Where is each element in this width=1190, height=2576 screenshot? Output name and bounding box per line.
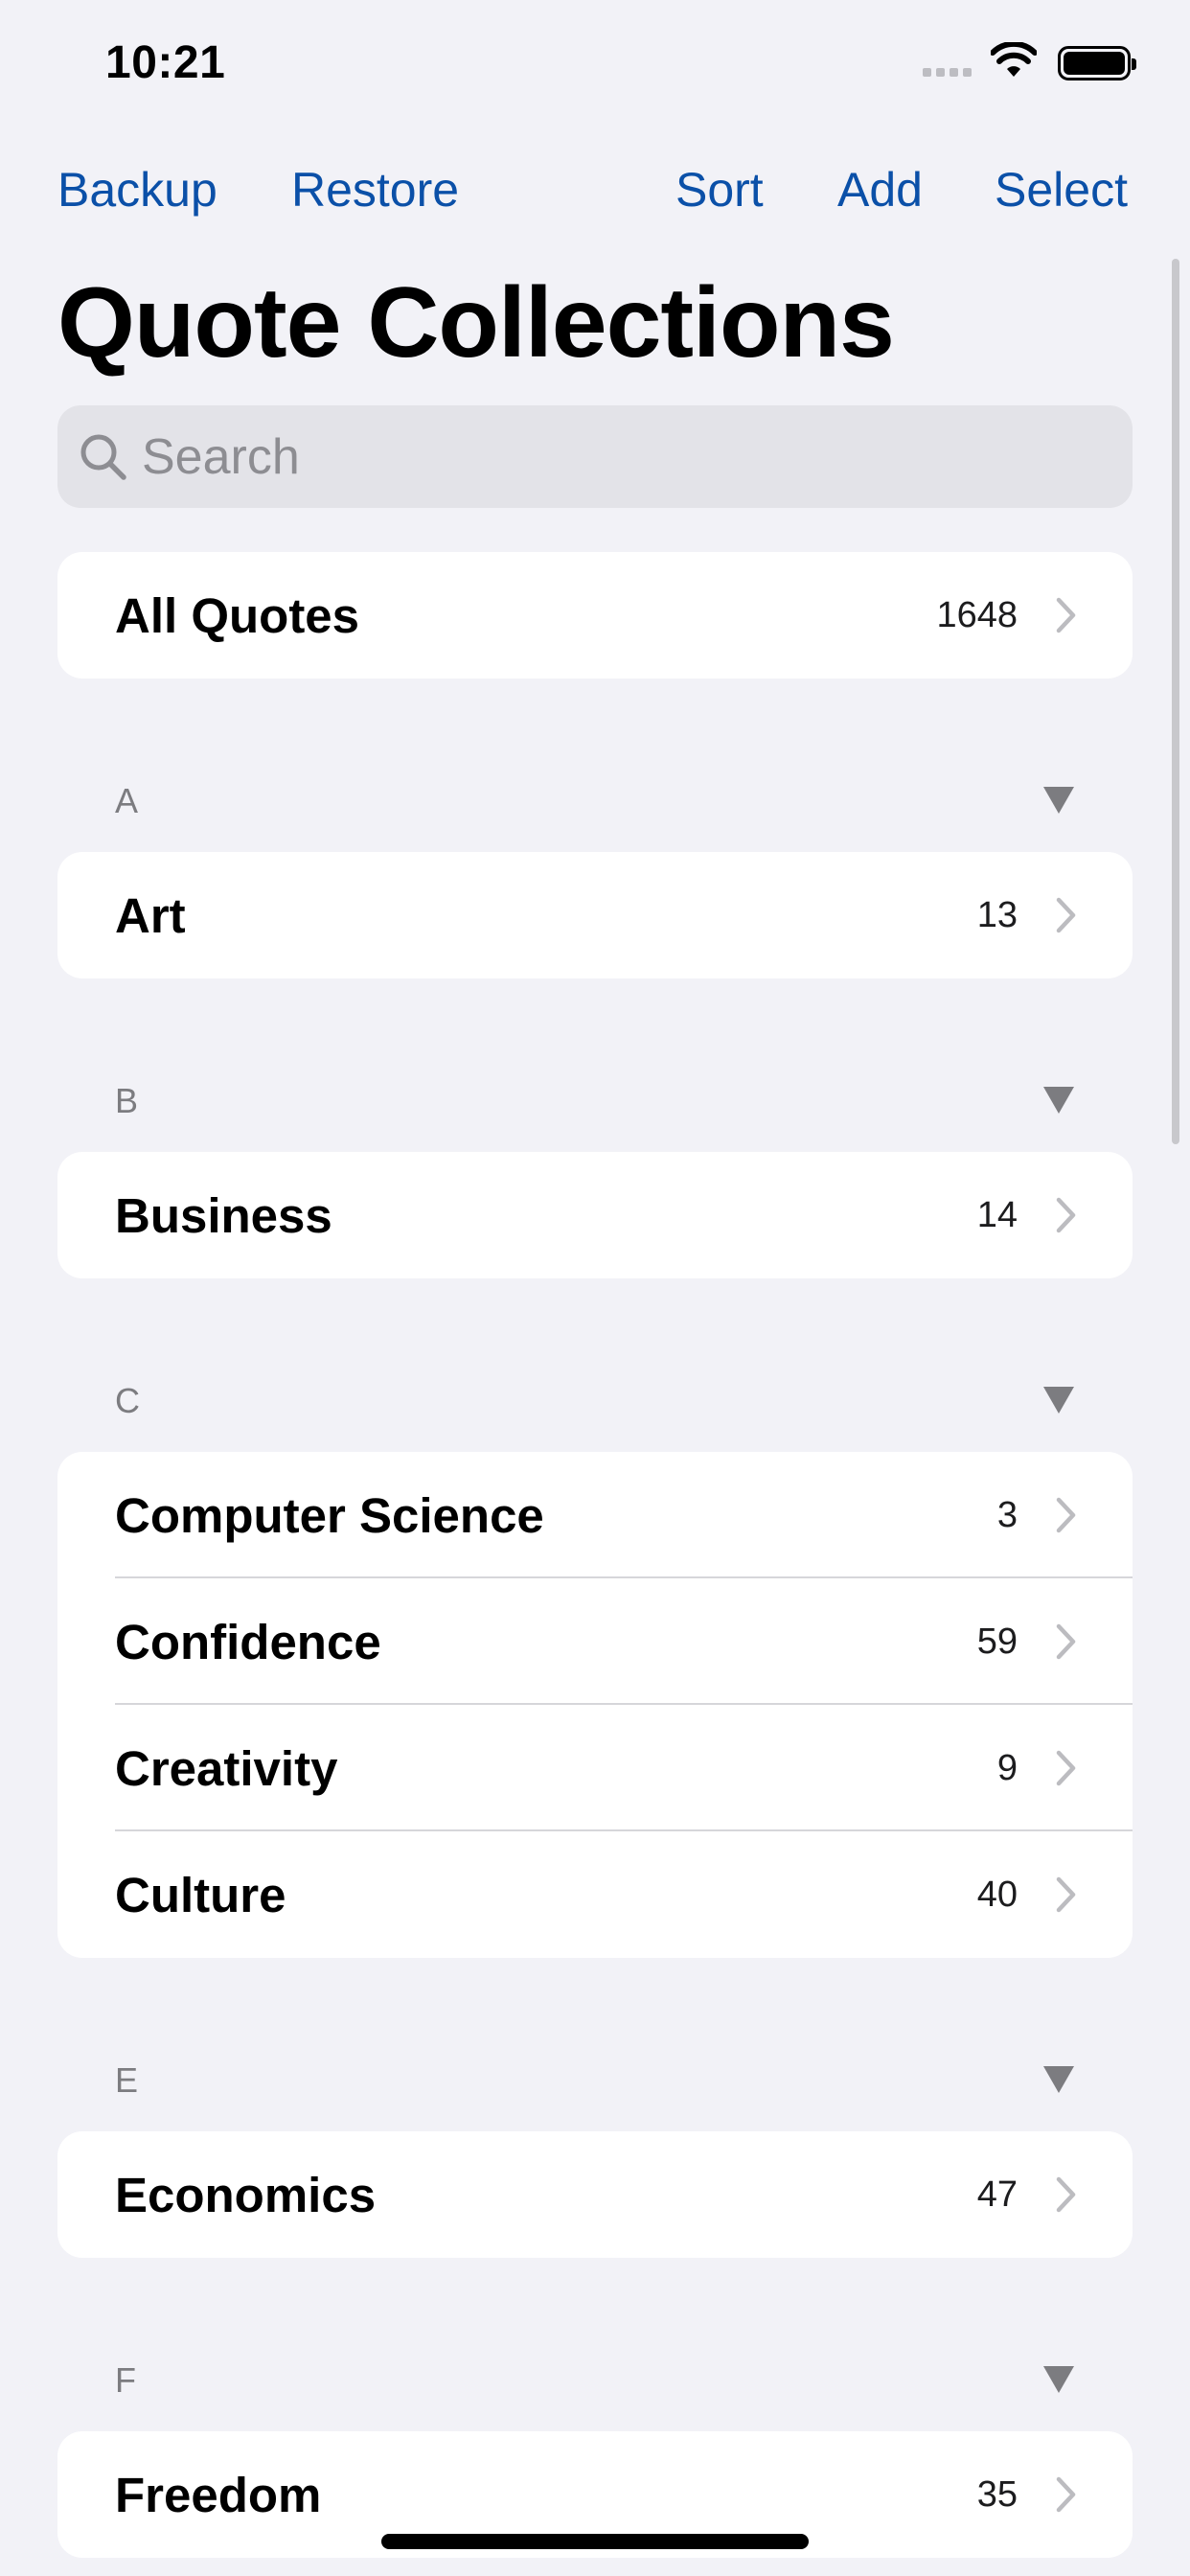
section-header-b: B bbox=[57, 1072, 1133, 1130]
collection-row[interactable]: Culture 40 bbox=[57, 1831, 1133, 1958]
backup-button[interactable]: Backup bbox=[57, 161, 217, 218]
section-header-e: E bbox=[57, 2052, 1133, 2109]
search-field[interactable]: Search bbox=[57, 405, 1133, 508]
chevron-right-icon bbox=[1056, 2176, 1077, 2213]
row-count: 47 bbox=[976, 2174, 1018, 2215]
row-count: 35 bbox=[976, 2473, 1018, 2515]
collapse-triangle-icon[interactable] bbox=[1042, 2365, 1075, 2394]
row-label: Culture bbox=[115, 1867, 286, 1922]
section-letter: A bbox=[115, 781, 139, 820]
chevron-right-icon bbox=[1056, 597, 1077, 633]
collection-row[interactable]: Creativity 9 bbox=[57, 1705, 1133, 1831]
collapse-triangle-icon[interactable] bbox=[1042, 1086, 1075, 1115]
section-letter: F bbox=[115, 2360, 136, 2400]
section-letter: E bbox=[115, 2060, 139, 2100]
restore-button[interactable]: Restore bbox=[291, 161, 459, 218]
row-label: Confidence bbox=[115, 1614, 381, 1669]
row-label: Freedom bbox=[115, 2467, 322, 2522]
chevron-right-icon bbox=[1056, 2476, 1077, 2513]
row-label: Creativity bbox=[115, 1740, 338, 1796]
cellular-signal-icon bbox=[923, 68, 972, 77]
scrollbar[interactable] bbox=[1172, 259, 1179, 1144]
battery-icon bbox=[1058, 45, 1136, 80]
navigation-bar: Backup Restore Sort Add Select bbox=[0, 161, 1190, 228]
chevron-right-icon bbox=[1056, 1623, 1077, 1660]
section-header-c: C bbox=[57, 1372, 1133, 1430]
search-placeholder: Search bbox=[142, 428, 300, 485]
collapse-triangle-icon[interactable] bbox=[1042, 786, 1075, 815]
chevron-right-icon bbox=[1056, 1497, 1077, 1533]
status-icons bbox=[923, 40, 1136, 83]
section-letter: C bbox=[115, 1381, 140, 1420]
collection-row[interactable]: Business 14 bbox=[57, 1152, 1133, 1278]
add-button[interactable]: Add bbox=[837, 161, 923, 218]
section-header-a: A bbox=[57, 772, 1133, 830]
row-label: Business bbox=[115, 1187, 332, 1243]
row-count: 1648 bbox=[936, 594, 1018, 635]
section-letter: B bbox=[115, 1081, 139, 1120]
wifi-icon bbox=[990, 40, 1038, 83]
collapse-triangle-icon[interactable] bbox=[1042, 2065, 1075, 2094]
chevron-right-icon bbox=[1056, 1876, 1077, 1913]
section-card-a: Art 13 bbox=[57, 852, 1133, 978]
section-card-e: Economics 47 bbox=[57, 2131, 1133, 2258]
chevron-right-icon bbox=[1056, 1750, 1077, 1786]
screen: 10:21 Backup Restore Sort Add Select Quo… bbox=[0, 0, 1190, 2576]
all-quotes-card: All Quotes 1648 bbox=[57, 552, 1133, 678]
section-header-f: F bbox=[57, 2352, 1133, 2409]
section-card-c: Computer Science 3 Confidence 59 Creativ… bbox=[57, 1452, 1133, 1958]
chevron-right-icon bbox=[1056, 897, 1077, 933]
chevron-right-icon bbox=[1056, 1197, 1077, 1233]
row-count: 3 bbox=[996, 1494, 1018, 1535]
row-label: All Quotes bbox=[115, 587, 360, 643]
collection-row[interactable]: Art 13 bbox=[57, 852, 1133, 978]
all-quotes-row[interactable]: All Quotes 1648 bbox=[57, 552, 1133, 678]
collection-row[interactable]: Computer Science 3 bbox=[57, 1452, 1133, 1578]
page-title: Quote Collections bbox=[57, 267, 895, 379]
collection-row[interactable]: Confidence 59 bbox=[57, 1578, 1133, 1705]
section-card-b: Business 14 bbox=[57, 1152, 1133, 1278]
row-label: Art bbox=[115, 887, 186, 943]
collection-row[interactable]: Economics 47 bbox=[57, 2131, 1133, 2258]
select-button[interactable]: Select bbox=[995, 161, 1128, 218]
row-count: 40 bbox=[976, 1874, 1018, 1915]
sort-button[interactable]: Sort bbox=[675, 161, 764, 218]
row-count: 14 bbox=[976, 1194, 1018, 1235]
collapse-triangle-icon[interactable] bbox=[1042, 1386, 1075, 1414]
row-count: 13 bbox=[976, 894, 1018, 935]
status-time: 10:21 bbox=[105, 37, 226, 88]
row-label: Economics bbox=[115, 2167, 377, 2222]
search-icon bbox=[79, 432, 128, 482]
row-count: 9 bbox=[996, 1747, 1018, 1788]
row-count: 59 bbox=[976, 1621, 1018, 1662]
row-label: Computer Science bbox=[115, 1487, 544, 1543]
home-indicator[interactable] bbox=[381, 2534, 809, 2549]
